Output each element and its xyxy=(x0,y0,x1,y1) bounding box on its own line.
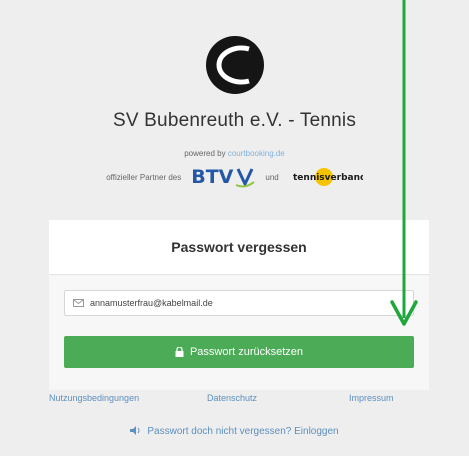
speaker-icon xyxy=(130,426,140,435)
lock-icon xyxy=(175,347,184,357)
btv-logo: BTV xyxy=(191,166,256,188)
btv-logo-swoosh-icon xyxy=(235,168,256,188)
page: SV Bubenreuth e.V. - Tennis powered by c… xyxy=(0,0,469,456)
tennisverband-logo-text: tennisverband xyxy=(293,173,363,183)
reset-password-label: Passwort zurücksetzen xyxy=(189,346,304,358)
email-field[interactable] xyxy=(64,290,414,316)
reset-password-button[interactable]: Passwort zurücksetzen xyxy=(64,336,414,368)
courtbooking-link[interactable]: courtbooking.de xyxy=(228,149,285,158)
login-link-label: Passwort doch nicht vergessen? Einloggen xyxy=(147,426,339,437)
tennisverband-logo-graphic: tennisverband xyxy=(293,168,363,186)
card-title: Passwort vergessen xyxy=(49,220,429,275)
terms-link[interactable]: Nutzungsbedingungen xyxy=(49,393,139,403)
imprint-link[interactable]: Impressum xyxy=(349,393,394,403)
email-input[interactable] xyxy=(90,298,390,308)
tennis-ball-logo-icon xyxy=(206,36,264,94)
password-reset-card: Passwort vergessen Passwort zurücksetzen xyxy=(49,220,429,390)
btv-logo-text: BTV xyxy=(191,166,234,188)
privacy-link[interactable]: Datenschutz xyxy=(207,393,257,403)
tennisverband-logo: tennisverband xyxy=(291,166,363,188)
login-link[interactable]: Passwort doch nicht vergessen? Einloggen xyxy=(0,426,469,437)
envelope-icon xyxy=(73,299,84,307)
club-title: SV Bubenreuth e.V. - Tennis xyxy=(112,110,357,131)
partner-and: und xyxy=(265,172,279,182)
partner-prefix: offizieller Partner des xyxy=(106,172,182,182)
powered-by-prefix: powered by xyxy=(184,149,228,158)
powered-by-text: powered by courtbooking.de xyxy=(0,149,469,158)
partner-row: offizieller Partner des BTV und tennisve… xyxy=(0,163,469,191)
